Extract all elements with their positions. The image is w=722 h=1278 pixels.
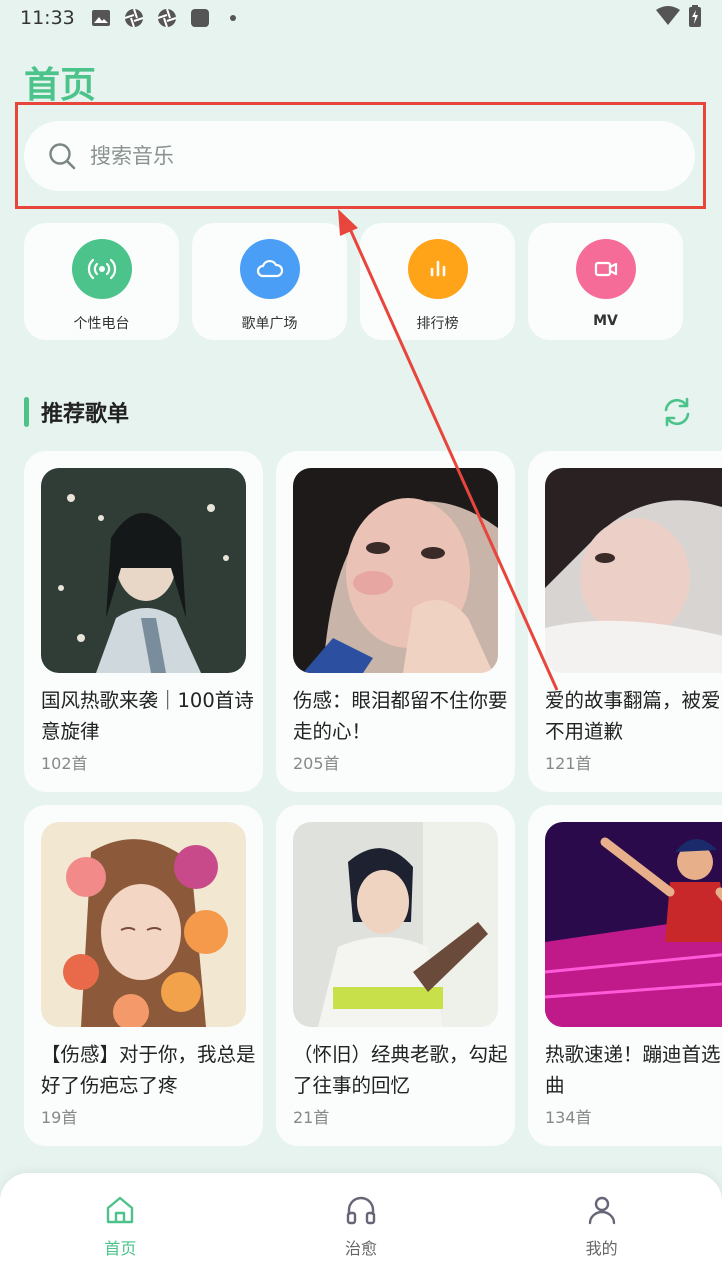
bar-chart-icon bbox=[407, 239, 468, 299]
playlist-cover-image bbox=[545, 822, 722, 1027]
image-notification-icon bbox=[91, 8, 111, 28]
quick-entry-radio[interactable]: 个性电台 bbox=[24, 223, 179, 340]
recommend-section-header: 推荐歌单 bbox=[24, 394, 694, 430]
playlist-cover-image bbox=[293, 822, 498, 1027]
status-bar: 11:33 bbox=[0, 0, 722, 36]
aperture-notification-icon bbox=[124, 8, 144, 28]
nav-healing[interactable]: 治愈 bbox=[281, 1193, 441, 1278]
section-title: 推荐歌单 bbox=[41, 402, 130, 427]
search-icon bbox=[49, 143, 76, 170]
playlist-name: （怀旧）经典老歌，勾起了往事的回忆 bbox=[293, 1043, 508, 1097]
quick-entry-charts[interactable]: 排行榜 bbox=[360, 223, 515, 340]
playlist-card[interactable]: 爱的故事翻篇，被爱的人不用道歉 121首 bbox=[528, 451, 722, 792]
video-camera-icon bbox=[575, 239, 636, 299]
home-icon bbox=[107, 1196, 134, 1224]
search-bar[interactable] bbox=[24, 121, 695, 191]
playlist-name: 国风热歌来袭｜100首诗意旋律 bbox=[41, 689, 254, 743]
search-input[interactable] bbox=[90, 144, 610, 168]
more-notifications-dot-icon bbox=[223, 8, 243, 28]
bottom-nav: 首页 治愈 我的 bbox=[0, 1173, 722, 1278]
playlist-cover-image bbox=[293, 468, 498, 673]
quick-entry-row: 个性电台 歌单广场 排行榜 MV bbox=[24, 223, 683, 340]
playlist-track-count: 102首 bbox=[41, 754, 88, 773]
nav-label: 首页 bbox=[104, 1239, 137, 1258]
playlist-track-count: 121首 bbox=[545, 754, 592, 773]
quick-entry-label: 个性电台 bbox=[73, 316, 130, 332]
playlist-track-count: 205首 bbox=[293, 754, 340, 773]
headphones-icon bbox=[346, 1196, 376, 1225]
refresh-icon[interactable] bbox=[660, 395, 694, 429]
playlist-name: 热歌速递！蹦迪首选DJ舞曲 bbox=[545, 1043, 722, 1097]
page-title: 首页 bbox=[24, 65, 97, 106]
quick-entry-label: 排行榜 bbox=[416, 316, 459, 332]
playlist-cover-image bbox=[41, 468, 246, 673]
quick-entry-label: 歌单广场 bbox=[241, 316, 298, 332]
playlist-card[interactable]: 伤感：眼泪都留不住你要走的心！ 205首 bbox=[276, 451, 515, 792]
radio-icon bbox=[71, 239, 132, 299]
playlist-track-count: 19首 bbox=[41, 1108, 78, 1127]
quick-entry-playlist-square[interactable]: 歌单广场 bbox=[192, 223, 347, 340]
wifi-icon bbox=[656, 5, 680, 31]
playlist-cover-image bbox=[41, 822, 246, 1027]
nav-mine[interactable]: 我的 bbox=[522, 1193, 682, 1278]
nav-label: 治愈 bbox=[344, 1239, 377, 1258]
playlist-name: 爱的故事翻篇，被爱的人不用道歉 bbox=[545, 689, 722, 743]
playlist-card[interactable]: 国风热歌来袭｜100首诗意旋律 102首 bbox=[24, 451, 263, 792]
playlist-track-count: 21首 bbox=[293, 1108, 330, 1127]
playlist-name: 【伤感】对于你，我总是好了伤疤忘了疼 bbox=[41, 1043, 256, 1097]
aperture-notification-icon-2 bbox=[157, 8, 177, 28]
section-accent-bar bbox=[24, 397, 29, 427]
playlist-card[interactable]: 【伤感】对于你，我总是好了伤疤忘了疼 19首 bbox=[24, 805, 263, 1146]
playlist-name: 伤感：眼泪都留不住你要走的心！ bbox=[293, 689, 508, 743]
cloud-icon bbox=[239, 239, 300, 299]
playlist-cover-image bbox=[545, 468, 722, 673]
playlist-card[interactable]: （怀旧）经典老歌，勾起了往事的回忆 21首 bbox=[276, 805, 515, 1146]
app-notification-icon bbox=[190, 8, 210, 28]
battery-charging-icon bbox=[688, 4, 702, 32]
quick-entry-mv[interactable]: MV bbox=[528, 223, 683, 340]
playlist-track-count: 134首 bbox=[545, 1108, 592, 1127]
playlist-card[interactable]: 热歌速递！蹦迪首选DJ舞曲 134首 bbox=[528, 805, 722, 1146]
playlist-grid: 国风热歌来袭｜100首诗意旋律 102首 伤感：眼泪都留不住你要走的心！ 205… bbox=[24, 451, 722, 1151]
nav-label: 我的 bbox=[585, 1239, 618, 1258]
quick-entry-label: MV bbox=[593, 313, 618, 329]
status-time: 11:33 bbox=[20, 7, 75, 29]
user-icon bbox=[588, 1196, 615, 1225]
nav-home[interactable]: 首页 bbox=[40, 1193, 200, 1278]
